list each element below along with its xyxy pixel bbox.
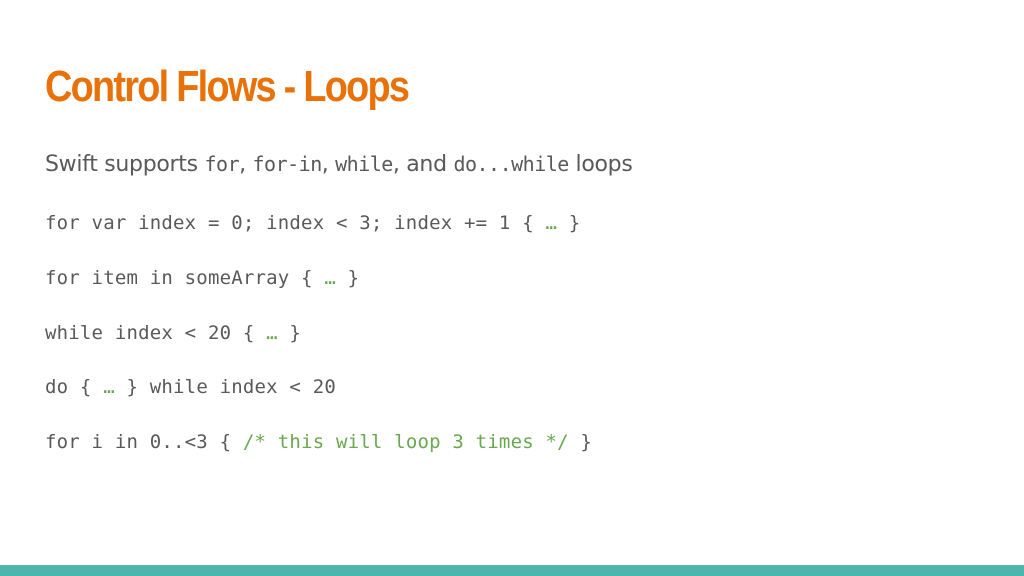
subtitle-text: , and	[392, 152, 454, 177]
code-line: for var index = 0; index < 3; index += 1…	[45, 212, 580, 234]
keyword-for-in: for-in	[252, 152, 323, 176]
code-comment: …	[545, 212, 558, 234]
code-line: do { … } while index < 20	[45, 376, 336, 398]
slide-title: Control Flows - Loops	[45, 62, 410, 111]
code-text: for i in 0..<3 {	[45, 431, 243, 453]
code-text: } while index < 20	[114, 376, 336, 398]
code-text: }	[568, 431, 593, 453]
code-line: for i in 0..<3 { /* this will loop 3 tim…	[45, 431, 592, 453]
code-line: while index < 20 { … }	[45, 322, 301, 344]
subtitle-text: ,	[239, 152, 253, 177]
slide-subtitle: Swift supports for, for-in, while, and d…	[45, 152, 633, 177]
code-text: }	[557, 212, 581, 234]
code-line: for item in someArray { … }	[45, 267, 359, 289]
code-comment: /* this will loop 3 times */	[242, 431, 569, 453]
subtitle-text: Swift supports	[45, 152, 205, 177]
code-text: while index < 20 {	[45, 322, 267, 344]
code-text: do {	[45, 376, 104, 398]
code-comment: …	[324, 267, 336, 289]
keyword-for: for	[204, 152, 240, 176]
code-text: for var index = 0; index < 3; index += 1…	[45, 212, 546, 234]
keyword-while: while	[335, 152, 393, 176]
keyword-do-while: do...while	[453, 152, 569, 176]
subtitle-text: ,	[321, 152, 336, 177]
code-text: }	[277, 322, 302, 344]
code-comment: …	[103, 376, 115, 398]
code-text: for item in someArray {	[45, 267, 325, 289]
subtitle-text: loops	[568, 152, 633, 177]
code-comment: …	[266, 322, 278, 344]
code-text: }	[335, 267, 360, 289]
accent-bar	[0, 565, 1024, 576]
